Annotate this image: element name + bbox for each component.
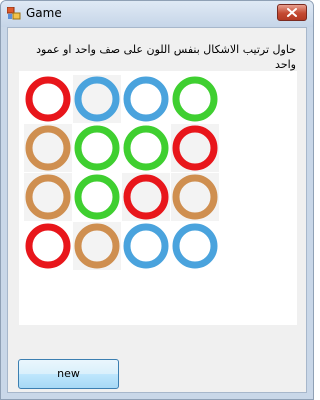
ring-cell-r3-c4[interactable] <box>171 173 219 221</box>
red-ring-icon <box>123 174 169 220</box>
close-x-icon <box>287 8 297 17</box>
tan-ring-icon <box>25 174 71 220</box>
ring-cell-r4-c4[interactable] <box>171 222 219 270</box>
ring-cell-r3-c3[interactable] <box>122 173 170 221</box>
client-area: حاول ترتيب الاشكال بنفس اللون على صف واح… <box>7 27 307 393</box>
tan-ring-icon <box>74 223 120 269</box>
blue-ring-icon <box>123 223 169 269</box>
green-ring-icon <box>74 125 120 171</box>
ring-cell-r2-c1[interactable] <box>24 124 72 172</box>
blue-ring-icon <box>74 76 120 122</box>
title-bar[interactable]: Game <box>1 1 313 27</box>
app-form-icon <box>7 7 21 20</box>
ring-cell-r4-c2[interactable] <box>73 222 121 270</box>
tan-ring-icon <box>172 174 218 220</box>
game-window: Game حاول ترتيب الاشكال بنفس اللون على ص… <box>0 0 314 400</box>
new-game-button[interactable]: new <box>18 359 119 389</box>
ring-cell-r2-c2[interactable] <box>73 124 121 172</box>
ring-cell-r1-c1[interactable] <box>24 75 72 123</box>
close-button[interactable] <box>277 4 307 21</box>
tan-ring-icon <box>25 125 71 171</box>
ring-cell-r1-c2[interactable] <box>73 75 121 123</box>
ring-cell-r2-c4[interactable] <box>171 124 219 172</box>
game-board <box>19 71 297 325</box>
instruction-label: حاول ترتيب الاشكال بنفس اللون على صف واح… <box>36 43 296 71</box>
ring-cell-r1-c4[interactable] <box>171 75 219 123</box>
green-ring-icon <box>74 174 120 220</box>
ring-cell-r3-c2[interactable] <box>73 173 121 221</box>
blue-ring-icon <box>172 223 218 269</box>
blue-ring-icon <box>123 76 169 122</box>
green-ring-icon <box>123 125 169 171</box>
ring-cell-r4-c3[interactable] <box>122 222 170 270</box>
red-ring-icon <box>172 125 218 171</box>
window-title: Game <box>26 6 62 20</box>
red-ring-icon <box>25 76 71 122</box>
ring-cell-r4-c1[interactable] <box>24 222 72 270</box>
ring-cell-r2-c3[interactable] <box>122 124 170 172</box>
ring-cell-r3-c1[interactable] <box>24 173 72 221</box>
green-ring-icon <box>172 76 218 122</box>
ring-cell-r1-c3[interactable] <box>122 75 170 123</box>
red-ring-icon <box>25 223 71 269</box>
